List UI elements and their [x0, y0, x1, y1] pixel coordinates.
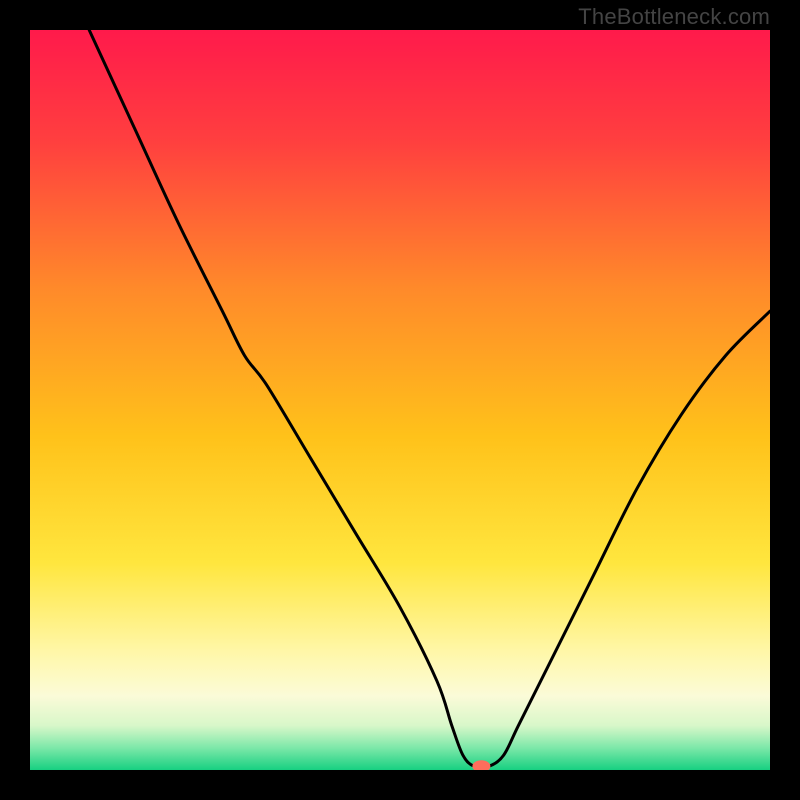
watermark-text: TheBottleneck.com [578, 4, 770, 30]
plot-area [30, 30, 770, 770]
chart-frame: TheBottleneck.com [0, 0, 800, 800]
bottleneck-chart [30, 30, 770, 770]
